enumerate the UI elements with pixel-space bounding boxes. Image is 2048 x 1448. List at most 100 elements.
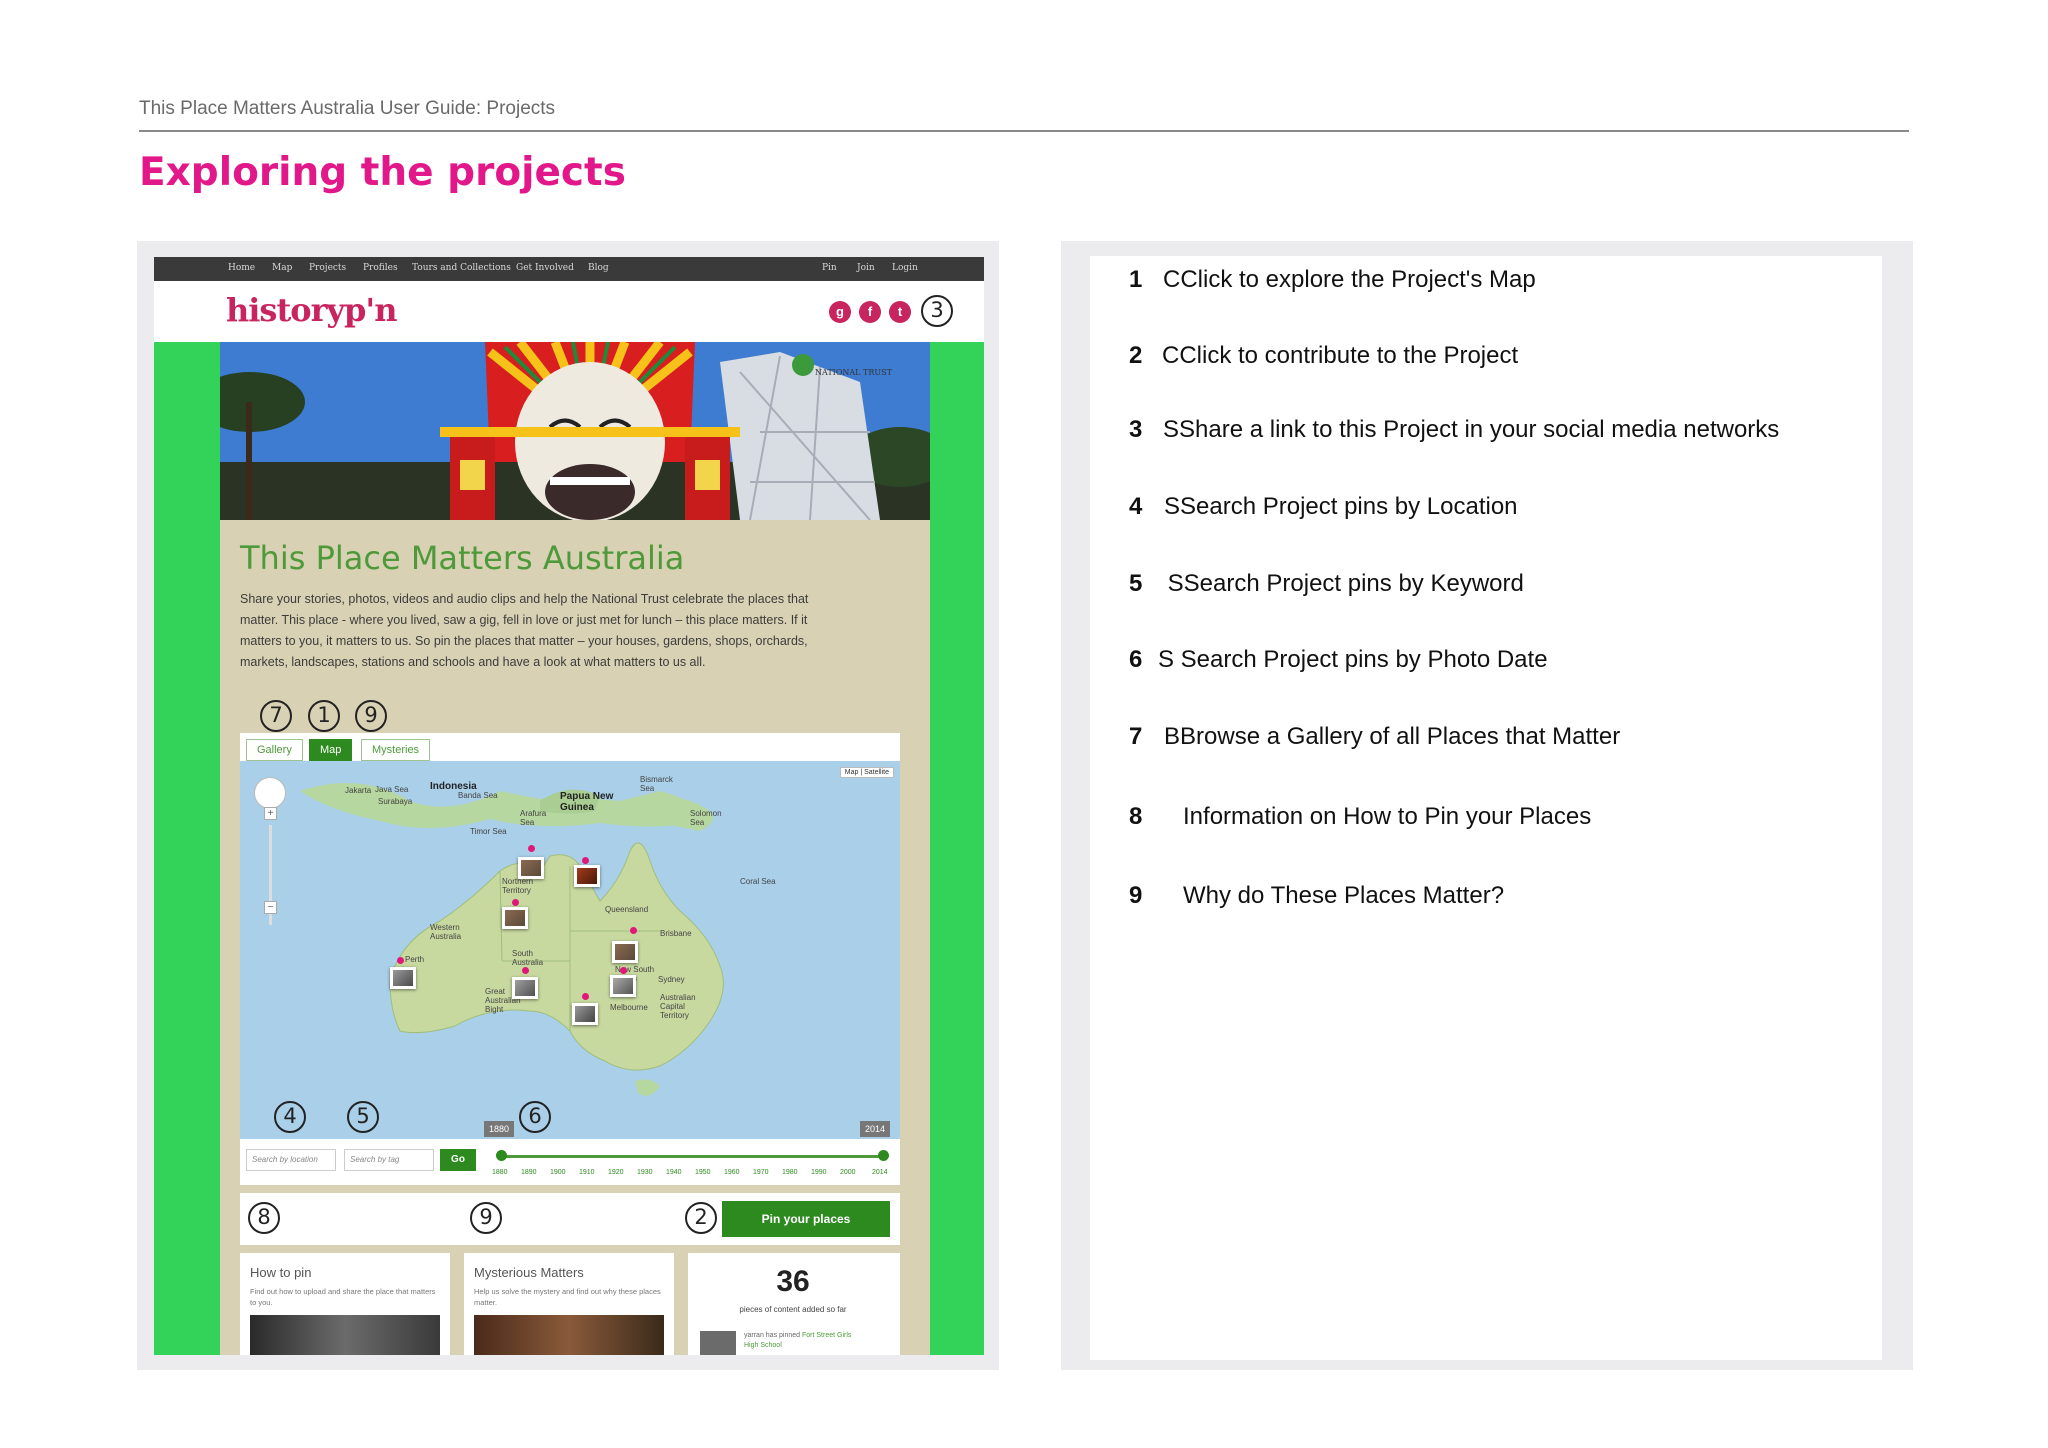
legend-text: SSearch Project pins by Keyword [1161, 570, 1524, 597]
how-to-pin-card[interactable]: How to pin Find out how to upload and sh… [240, 1253, 450, 1355]
map-satellite-toggle[interactable]: Map | Satellite [839, 767, 894, 778]
map-label-wa: Western Australia [430, 923, 462, 941]
search-bar: Search by location Search by tag Go 1880… [240, 1139, 900, 1185]
timeline-end-handle[interactable] [878, 1150, 889, 1161]
timeline-slider[interactable] [500, 1155, 884, 1158]
map-photo-pin[interactable] [502, 907, 528, 929]
recent-activity[interactable]: yarran has pinned Fort Street Girls High… [744, 1331, 864, 1351]
timeline-year: 1890 [521, 1169, 537, 1176]
map-photo-pin[interactable] [572, 1003, 598, 1025]
map-photo-pin[interactable] [512, 977, 538, 999]
brand-bar: historyp'n g f t 3 [154, 281, 984, 342]
card-photo [250, 1315, 440, 1355]
callout-1: 1 [308, 700, 340, 732]
mysterious-matters-card[interactable]: Mysterious Matters Help us solve the mys… [464, 1253, 674, 1355]
legend-text: BBrowse a Gallery of all Places that Mat… [1164, 723, 1621, 750]
nav-get-involved[interactable]: Get Involved [516, 263, 574, 273]
timeline-start-handle[interactable] [496, 1150, 507, 1161]
nav-tours[interactable]: Tours and Collections [412, 263, 511, 273]
timeline-year: 2000 [840, 1169, 856, 1176]
top-nav: Home Map Projects Profiles Tours and Col… [154, 257, 984, 281]
document-header: This Place Matters Australia User Guide:… [139, 98, 1909, 132]
map-label-bismarck: Bismarck Sea [640, 775, 673, 793]
callout-2: 2 [685, 1202, 717, 1234]
nav-home[interactable]: Home [228, 263, 255, 273]
card-title: Mysterious Matters [474, 1265, 584, 1280]
map-photo-pin[interactable] [390, 967, 416, 989]
map-pin[interactable] [522, 967, 529, 974]
legend-item-8: 8 Information on How to Pin your Places [1129, 803, 1591, 831]
facebook-icon[interactable]: f [859, 301, 881, 323]
map-photo-pin[interactable] [612, 941, 638, 963]
running-title: This Place Matters Australia User Guide:… [139, 98, 1909, 132]
page-title: Exploring the projects [139, 150, 626, 195]
nav-blog[interactable]: Blog [588, 263, 609, 273]
search-tag-input[interactable]: Search by tag [344, 1149, 434, 1171]
legend-number: 5 [1129, 570, 1143, 597]
project-map[interactable]: Map | Satellite + − Indonesia Papua New … [240, 761, 900, 1139]
legend-item-7: 7 BBrowse a Gallery of all Places that Ma… [1129, 723, 1620, 751]
historypin-logo[interactable]: historyp'n [226, 291, 397, 329]
nav-profiles[interactable]: Profiles [363, 263, 398, 273]
legend-item-3: 3 SShare a link to this Project in your s… [1129, 416, 1779, 444]
tab-gallery[interactable]: Gallery [246, 739, 303, 761]
map-pin[interactable] [630, 927, 637, 934]
content-count-card: 36 pieces of content added so far yarran… [688, 1253, 900, 1355]
map-label-java-sea: Java Sea [375, 785, 409, 794]
zoom-out-button[interactable]: − [264, 901, 277, 914]
map-label-surabaya: Surabaya [378, 797, 413, 806]
project-description: Share your stories, photos, videos and a… [240, 592, 809, 669]
map-photo-pin[interactable] [610, 975, 636, 997]
map-label-act: Australian Capital Territory [660, 993, 696, 1020]
legend-text: Information on How to Pin your Places [1163, 803, 1592, 830]
timeline-year: 1980 [782, 1169, 798, 1176]
map-pin[interactable] [528, 845, 535, 852]
map-photo-pin[interactable] [574, 865, 600, 887]
nav-pin[interactable]: Pin [822, 263, 837, 273]
map-pin[interactable] [582, 857, 589, 864]
legend-number: 7 [1129, 723, 1143, 750]
search-location-input[interactable]: Search by location [246, 1149, 336, 1171]
legend-number: 2 [1129, 342, 1143, 369]
go-button[interactable]: Go [440, 1149, 476, 1171]
tab-map[interactable]: Map [309, 739, 353, 761]
pin-your-places-button[interactable]: Pin your places [722, 1201, 890, 1237]
map-label-arafura: Arafura Sea [520, 809, 547, 827]
national-trust-leaf-icon [792, 354, 814, 376]
callout-9-top: 9 [355, 700, 387, 732]
map-label-sydney: Sydney [658, 975, 685, 984]
map-pin[interactable] [512, 899, 519, 906]
zoom-in-button[interactable]: + [264, 807, 277, 820]
action-bar: 8 9 2 Pin your places [240, 1193, 900, 1245]
map-label-jakarta: Jakarta [345, 786, 372, 795]
legend-number: 8 [1129, 803, 1143, 830]
timeline-year: 1930 [637, 1169, 653, 1176]
twitter-icon[interactable]: t [889, 301, 911, 323]
timeline-year: 1900 [550, 1169, 566, 1176]
content-count: 36 [776, 1265, 810, 1298]
nav-join[interactable]: Join [857, 263, 875, 273]
callout-8: 8 [248, 1202, 280, 1234]
map-pan-control[interactable] [254, 777, 286, 809]
timeline-year: 1940 [666, 1169, 682, 1176]
map-label-brisbane: Brisbane [660, 929, 692, 938]
nav-projects[interactable]: Projects [309, 263, 346, 273]
nav-map[interactable]: Map [272, 263, 292, 273]
recent-user: yarran has pinned [744, 1332, 801, 1339]
map-pin[interactable] [582, 993, 589, 1000]
legend-text: Why do These Places Matter? [1163, 882, 1505, 909]
banner-photo: NATIONAL TRUST [220, 342, 930, 520]
legend-item-1: 1 CClick to explore the Project's Map [1129, 266, 1536, 294]
nav-login[interactable]: Login [892, 263, 918, 273]
map-photo-pin[interactable] [518, 857, 544, 879]
map-label-timor: Timor Sea [470, 827, 507, 836]
tab-mysteries[interactable]: Mysteries [361, 739, 431, 761]
callout-4: 4 [274, 1101, 306, 1133]
legend-item-6: 6 S Search Project pins by Photo Date [1129, 646, 1548, 674]
timeline-start-flag: 1880 [484, 1121, 515, 1137]
google-plus-icon[interactable]: g [829, 301, 851, 323]
map-pin[interactable] [397, 957, 404, 964]
legend-text: SSearch Project pins by Location [1164, 493, 1518, 520]
map-pin[interactable] [620, 967, 627, 974]
map-label-sa: South Australia [512, 949, 544, 967]
